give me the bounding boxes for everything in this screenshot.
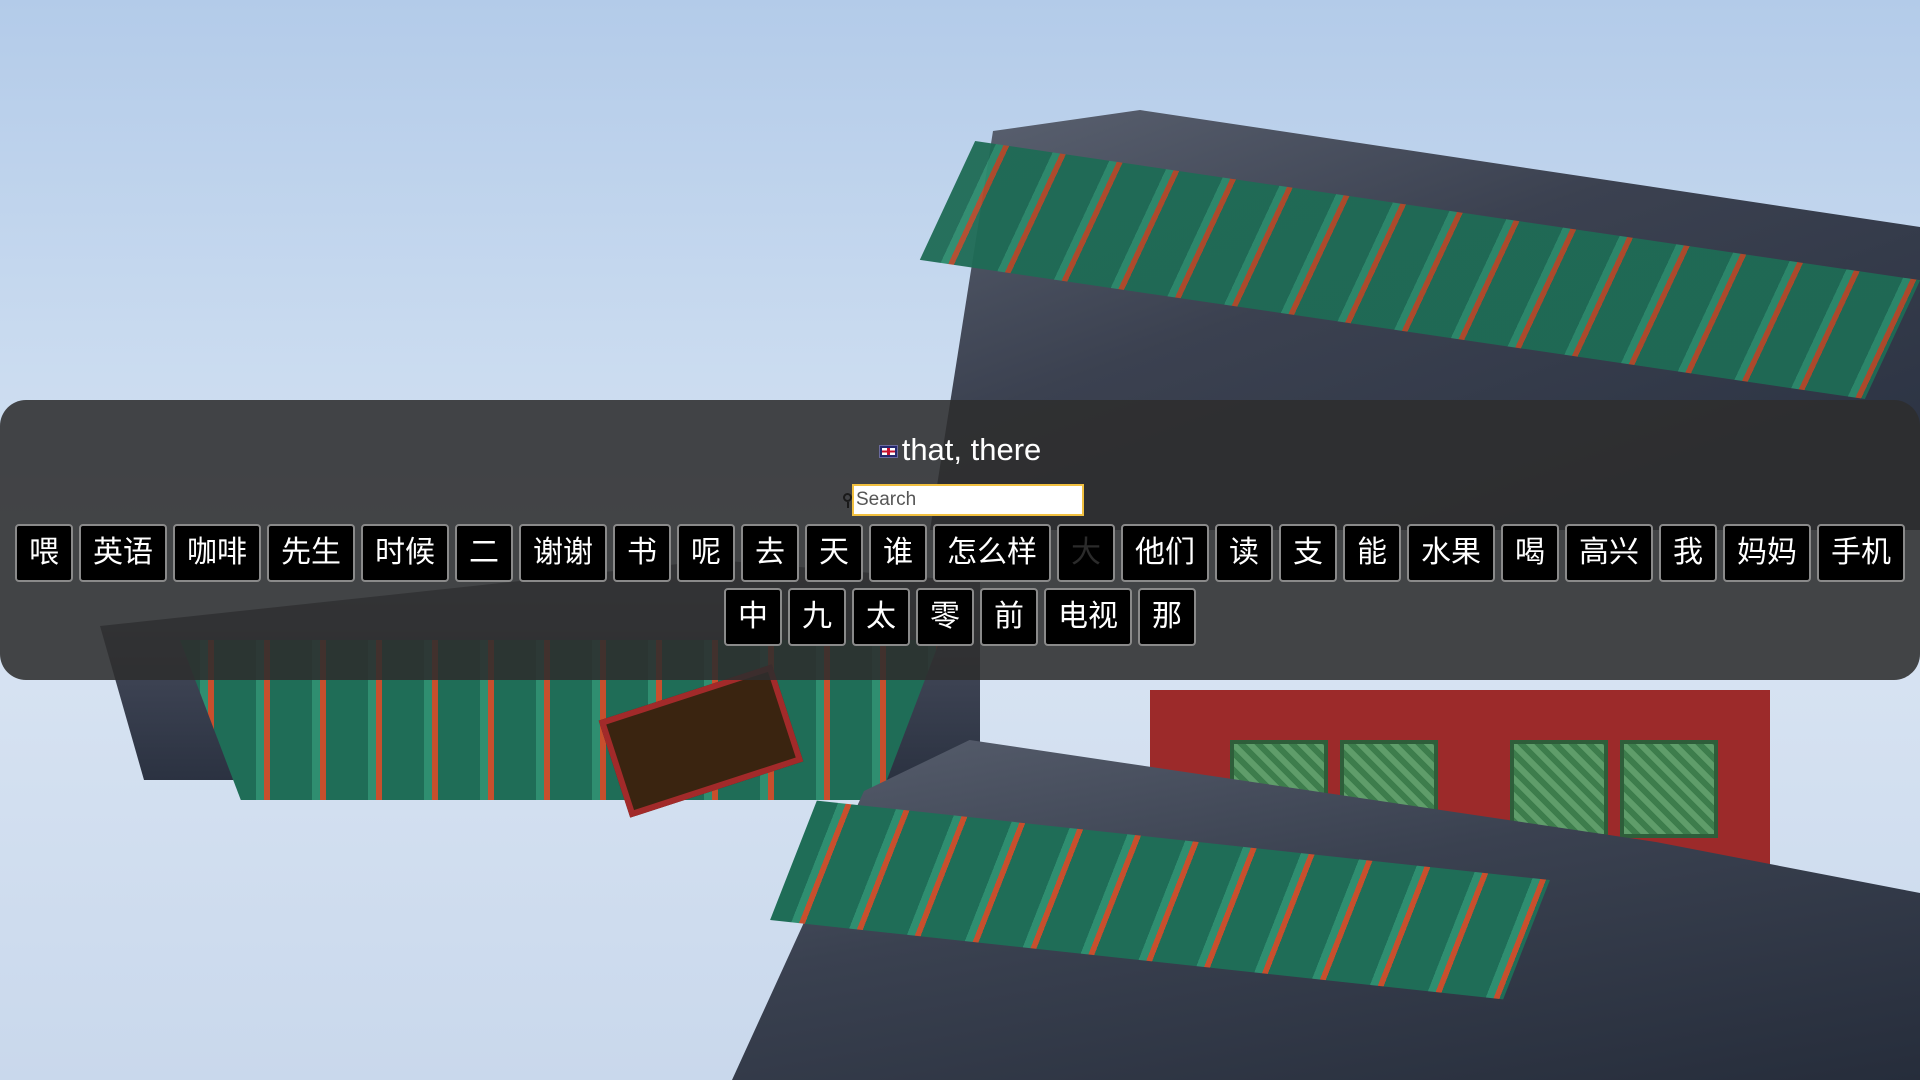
word-row-1: 喂英语 咖啡 先生 时候二谢谢书呢去天谁怎么样大他们读支能水果喝高兴我妈妈 手机 — [0, 524, 1920, 582]
palace-window — [1620, 740, 1718, 838]
word-button[interactable]: 能 — [1343, 524, 1401, 582]
word-button[interactable]: 谁 — [869, 524, 927, 582]
word-row-2: 中九太零前电视那 — [0, 588, 1920, 646]
word-button[interactable]: 高兴 — [1565, 524, 1653, 582]
word-button[interactable]: 电视 — [1044, 588, 1132, 646]
word-button[interactable]: 先生 — [267, 524, 355, 582]
word-button[interactable]: 二 — [455, 524, 513, 582]
word-button[interactable]: 怎么样 — [933, 524, 1051, 582]
word-button[interactable]: 那 — [1138, 588, 1196, 646]
word-button[interactable]: 太 — [852, 588, 910, 646]
word-button[interactable]: 咖啡 — [173, 524, 261, 582]
word-button[interactable]: 谢谢 — [519, 524, 607, 582]
word-panel: that, there 喂英语咖啡先生时候二谢谢书呢去天谁怎么样大他们读支能水果… — [0, 400, 1920, 680]
word-button[interactable]: 呢 — [677, 524, 735, 582]
word-button[interactable]: 大 — [1057, 524, 1115, 582]
word-button[interactable]: 去 — [741, 524, 799, 582]
word-button[interactable]: 读 — [1215, 524, 1273, 582]
word-button[interactable]: 时候 — [361, 524, 449, 582]
uk-flag-icon — [878, 445, 898, 459]
word-button[interactable]: 英语 — [79, 524, 167, 582]
word-button[interactable]: 我 — [1659, 524, 1717, 582]
word-button[interactable]: 妈妈 — [1723, 524, 1811, 582]
word-meaning: that, there — [0, 430, 1920, 470]
search-icon — [843, 493, 852, 508]
meaning-text: that, there — [901, 432, 1042, 467]
word-button[interactable]: 手机 — [1817, 524, 1905, 582]
word-button[interactable]: 喝 — [1501, 524, 1559, 582]
word-button[interactable]: 九 — [788, 588, 846, 646]
word-button[interactable]: 他们 — [1121, 524, 1209, 582]
word-button[interactable]: 零 — [916, 588, 974, 646]
word-button[interactable]: 支 — [1279, 524, 1337, 582]
search-input[interactable] — [852, 484, 1084, 516]
search-box — [843, 484, 1084, 516]
word-button[interactable]: 前 — [980, 588, 1038, 646]
word-button[interactable]: 天 — [805, 524, 863, 582]
word-button[interactable]: 水果 — [1407, 524, 1495, 582]
word-button[interactable]: 喂 — [15, 524, 73, 582]
word-button[interactable]: 书 — [613, 524, 671, 582]
word-button[interactable]: 中 — [724, 588, 782, 646]
